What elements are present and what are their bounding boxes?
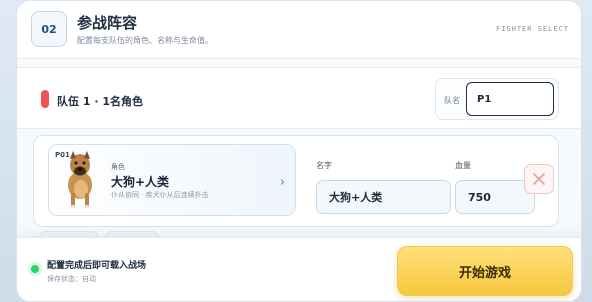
page-subtitle: 配置每支队伍的角色、名称与生命值。 bbox=[77, 36, 213, 45]
team-card: 队伍 1 · 1名角色 队名 P1 bbox=[17, 67, 581, 129]
footer-bar: 配置完成后即可载入战场 保存状态：自动 开始游戏 bbox=[17, 237, 581, 301]
start-game-button[interactable]: 开始游戏 bbox=[397, 246, 573, 296]
hp-field-label: 血量 bbox=[455, 161, 471, 170]
close-icon bbox=[533, 173, 545, 185]
fighter-select-panel: 02 参战阵容 配置每支队伍的角色、名称与生命值。 FIGHTER SELECT… bbox=[16, 0, 582, 302]
status-indicator bbox=[31, 265, 39, 273]
team-name-label: 队名 bbox=[444, 96, 460, 105]
page-title: 参战阵容 bbox=[77, 14, 138, 32]
name-field-label: 名字 bbox=[316, 161, 332, 170]
role-selector[interactable]: P01 角色 大狗+人类 仆从协同 · 疾犬仆从后连续扑击 › bbox=[48, 144, 296, 216]
role-label: 角色 bbox=[111, 163, 125, 171]
team-color-indicator bbox=[41, 90, 49, 108]
step-badge: 02 bbox=[31, 11, 67, 47]
fighter-name-input[interactable]: 大狗+人类 bbox=[316, 180, 451, 214]
fighter-id: P01 bbox=[55, 151, 70, 159]
section-tag: FIGHTER SELECT bbox=[495, 25, 569, 33]
role-name: 大狗+人类 bbox=[111, 175, 170, 189]
fighter-card: P01 角色 大狗+人类 仆从协同 · 疾犬仆从后连续扑击 › 名字 大狗+人类… bbox=[33, 135, 559, 227]
role-description: 仆从协同 · 疾犬仆从后连续扑击 bbox=[111, 191, 209, 199]
hp-input[interactable]: 750 bbox=[455, 180, 535, 214]
team-name-input[interactable]: P1 bbox=[466, 82, 554, 116]
team-title: 队伍 1 · 1名角色 bbox=[57, 95, 143, 108]
panel-header: 02 参战阵容 配置每支队伍的角色、名称与生命值。 FIGHTER SELECT bbox=[17, 1, 581, 59]
save-status: 保存状态：自动 bbox=[47, 275, 96, 283]
team-name-field: 队名 P1 bbox=[435, 78, 559, 120]
remove-fighter-button[interactable] bbox=[524, 164, 554, 194]
chevron-right-icon: › bbox=[279, 175, 285, 190]
status-message: 配置完成后即可载入战场 bbox=[47, 261, 147, 271]
